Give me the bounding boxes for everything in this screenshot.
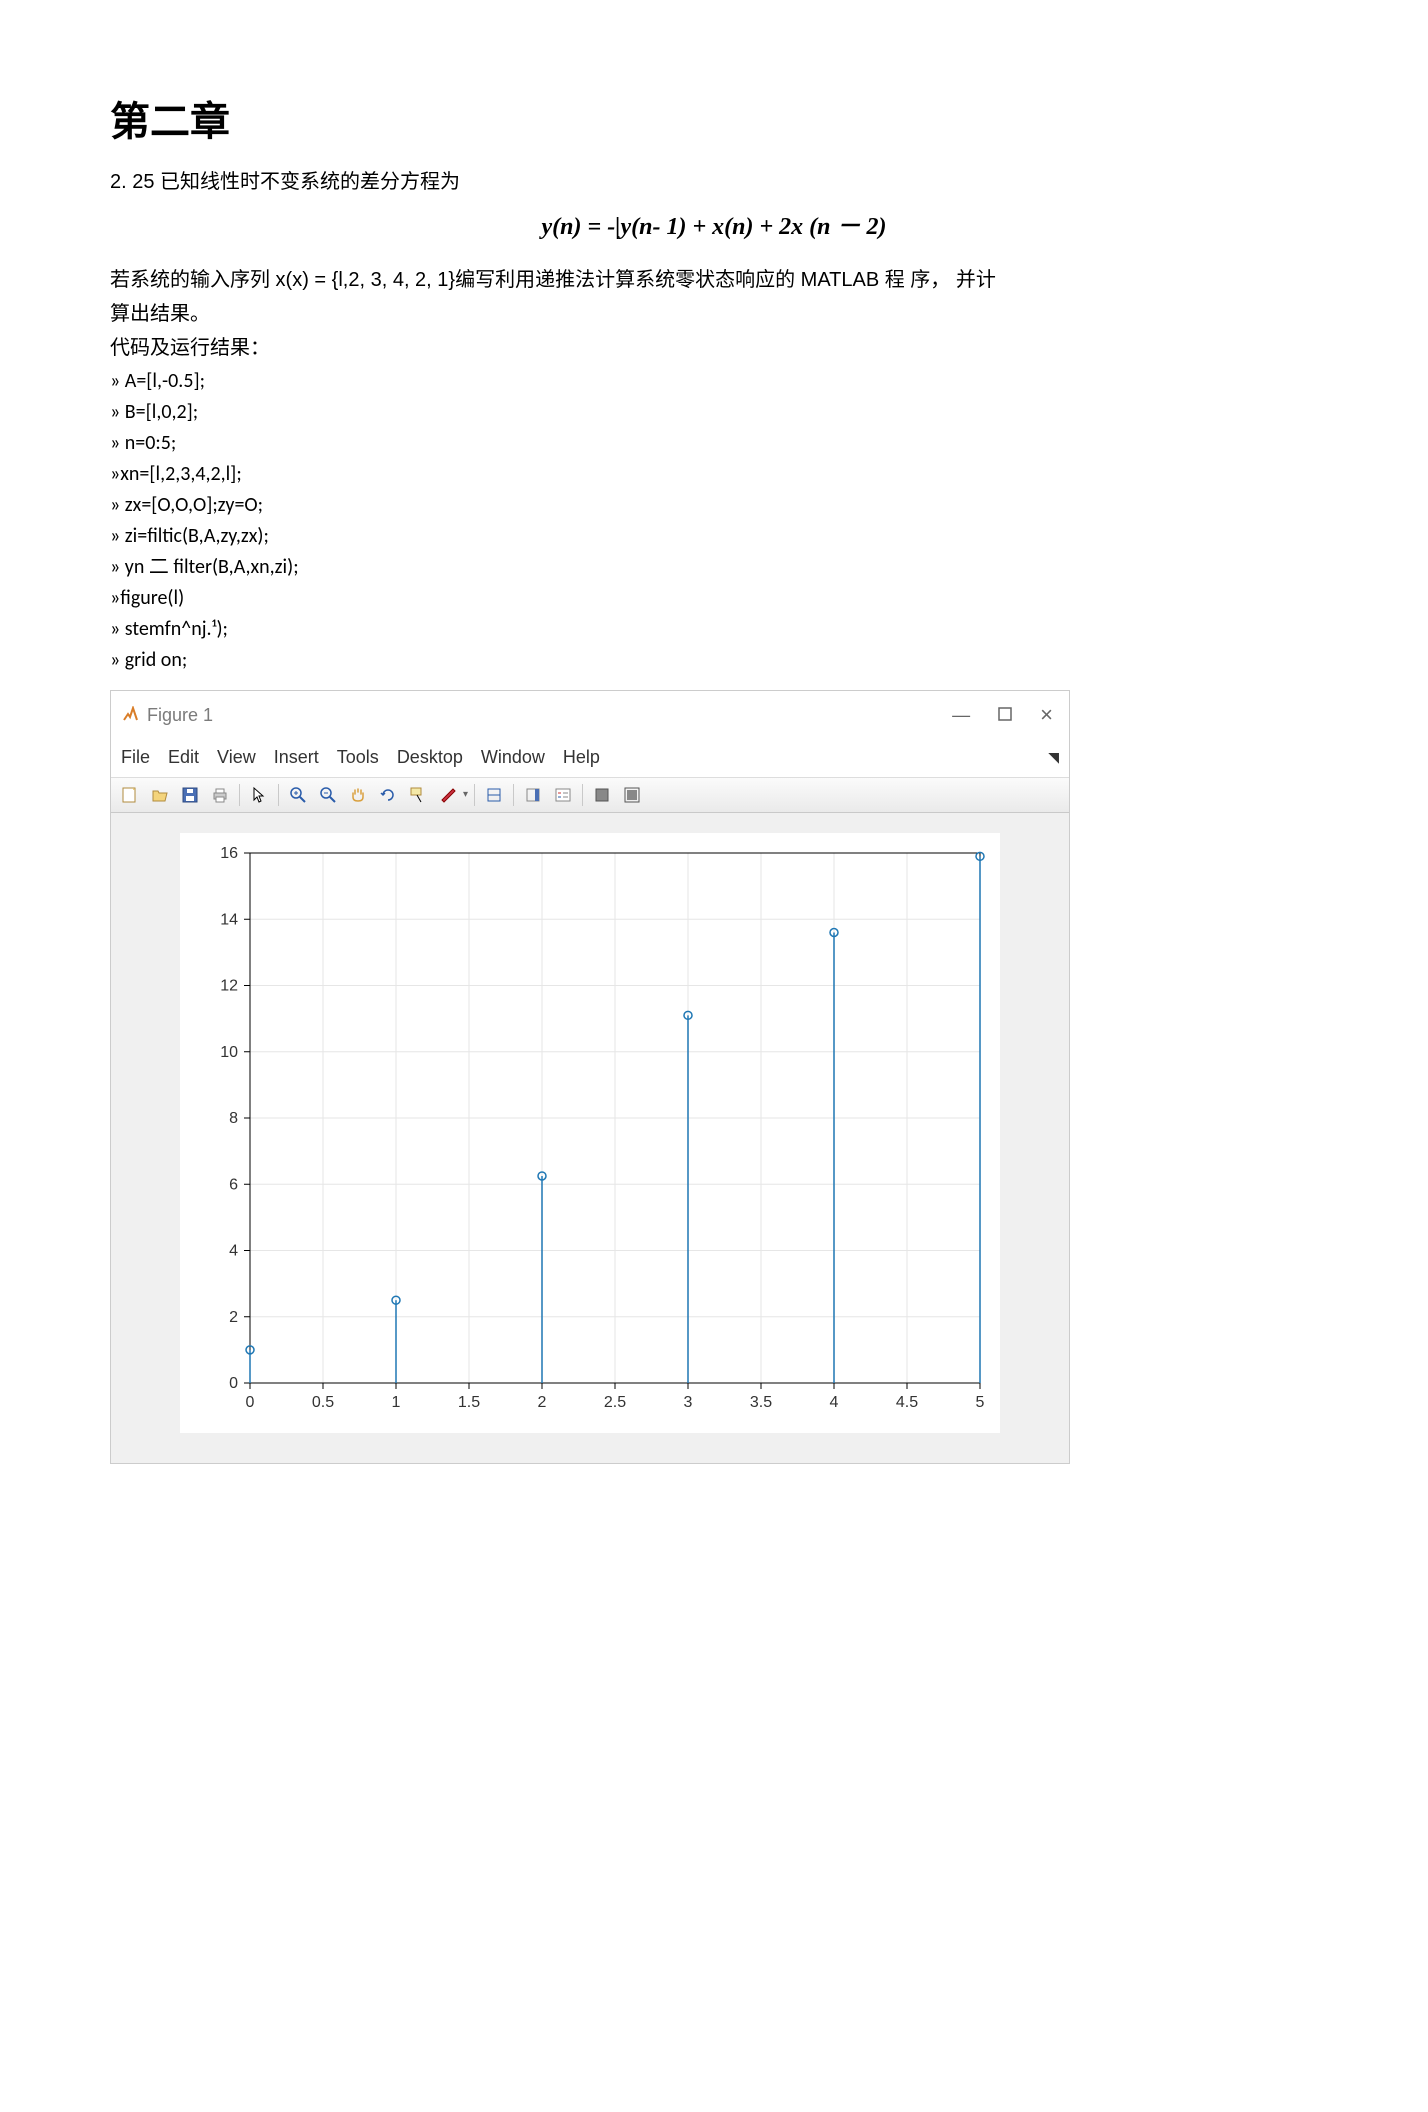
svg-text:0: 0 [229, 1375, 238, 1392]
svg-text:4.5: 4.5 [896, 1394, 918, 1411]
description-line-2: 算出结果。 [110, 298, 1318, 330]
window-title-bar: Figure 1 — × [111, 691, 1069, 738]
chapter-heading: 第二章 [110, 90, 1318, 154]
code-section-label: 代码及运行结果： [110, 332, 1318, 364]
data-cursor-icon[interactable] [405, 782, 431, 808]
new-figure-icon[interactable] [117, 782, 143, 808]
svg-text:8: 8 [229, 1110, 238, 1127]
difference-equation: y(n) = -|y(n- 1) + x(n) + 2x (n － 2) [110, 208, 1318, 246]
code-block: » A=[l,-0.5]; » B=[l,0,2]; » n=0:5; »xn=… [110, 366, 1318, 676]
colorbar-icon[interactable] [520, 782, 546, 808]
code-line: » stemfn^nj.¹); [110, 614, 1318, 645]
matlab-figure-window: Figure 1 — × File Edit View Insert Tools… [110, 690, 1070, 1464]
svg-text:10: 10 [220, 1044, 238, 1061]
chart-area: 0 0.5 1 1.5 2 2.5 3 3.5 4 4.5 5 0 2 4 6 8 10 12 14 16 [111, 813, 1069, 1463]
code-line: » zi=filtic(B,A,zy,zx); [110, 521, 1318, 552]
menu-window[interactable]: Window [481, 743, 545, 772]
svg-text:16: 16 [220, 845, 238, 862]
code-line: » zx=[O,O,O];zy=O; [110, 490, 1318, 521]
brush-dropdown-icon[interactable]: ▾ [463, 787, 468, 803]
menu-help[interactable]: Help [563, 743, 600, 772]
open-icon[interactable] [147, 782, 173, 808]
code-line: »figure(l) [110, 583, 1318, 614]
menu-edit[interactable]: Edit [168, 743, 199, 772]
minimize-icon[interactable]: — [952, 701, 970, 730]
svg-text:3: 3 [684, 1394, 693, 1411]
brush-icon[interactable] [435, 782, 461, 808]
link-icon[interactable] [481, 782, 507, 808]
svg-text:3.5: 3.5 [750, 1394, 772, 1411]
svg-text:2.5: 2.5 [604, 1394, 626, 1411]
description-line-1: 若系统的输入序列 x(x) = {l,2, 3, 4, 2, 1}编写利用递推法… [110, 264, 1318, 296]
close-icon[interactable]: × [1040, 697, 1053, 732]
svg-text:6: 6 [229, 1177, 238, 1194]
menu-desktop[interactable]: Desktop [397, 743, 463, 772]
svg-text:0: 0 [246, 1394, 255, 1411]
menu-dropdown-icon[interactable]: ◥ [1048, 746, 1059, 768]
code-line: » grid on; [110, 645, 1318, 676]
hide-plot-tools-icon[interactable] [589, 782, 615, 808]
menu-file[interactable]: File [121, 743, 150, 772]
svg-text:12: 12 [220, 978, 238, 995]
svg-text:1: 1 [392, 1394, 401, 1411]
svg-text:2: 2 [229, 1309, 238, 1326]
menu-tools[interactable]: Tools [337, 743, 379, 772]
problem-statement: 2. 25 已知线性时不变系统的差分方程为 [110, 166, 1318, 198]
svg-text:0.5: 0.5 [312, 1394, 334, 1411]
toolbar: ▾ [111, 777, 1069, 813]
legend-icon[interactable] [550, 782, 576, 808]
code-line: » n=0:5; [110, 428, 1318, 459]
show-plot-tools-icon[interactable] [619, 782, 645, 808]
pan-icon[interactable] [345, 782, 371, 808]
svg-text:2: 2 [538, 1394, 547, 1411]
code-line: » B=[l,0,2]; [110, 397, 1318, 428]
svg-text:4: 4 [229, 1243, 238, 1260]
stem-chart: 0 0.5 1 1.5 2 2.5 3 3.5 4 4.5 5 0 2 4 6 8 10 12 14 16 [180, 833, 1000, 1433]
svg-text:4: 4 [830, 1394, 839, 1411]
svg-text:14: 14 [220, 912, 238, 929]
code-line: »xn=[l,2,3,4,2,l]; [110, 459, 1318, 490]
svg-text:1.5: 1.5 [458, 1394, 480, 1411]
matlab-logo-icon [121, 706, 139, 724]
code-line: » yn 二 filter(B,A,xn,zi); [110, 552, 1318, 583]
menu-insert[interactable]: Insert [274, 743, 319, 772]
menu-bar: File Edit View Insert Tools Desktop Wind… [111, 739, 1069, 778]
pointer-icon[interactable] [246, 782, 272, 808]
window-title: Figure 1 [147, 701, 213, 730]
svg-text:5: 5 [976, 1394, 985, 1411]
rotate-icon[interactable] [375, 782, 401, 808]
maximize-icon[interactable] [998, 701, 1012, 730]
save-icon[interactable] [177, 782, 203, 808]
print-icon[interactable] [207, 782, 233, 808]
zoom-in-icon[interactable] [285, 782, 311, 808]
menu-view[interactable]: View [217, 743, 256, 772]
zoom-out-icon[interactable] [315, 782, 341, 808]
code-line: » A=[l,-0.5]; [110, 366, 1318, 397]
